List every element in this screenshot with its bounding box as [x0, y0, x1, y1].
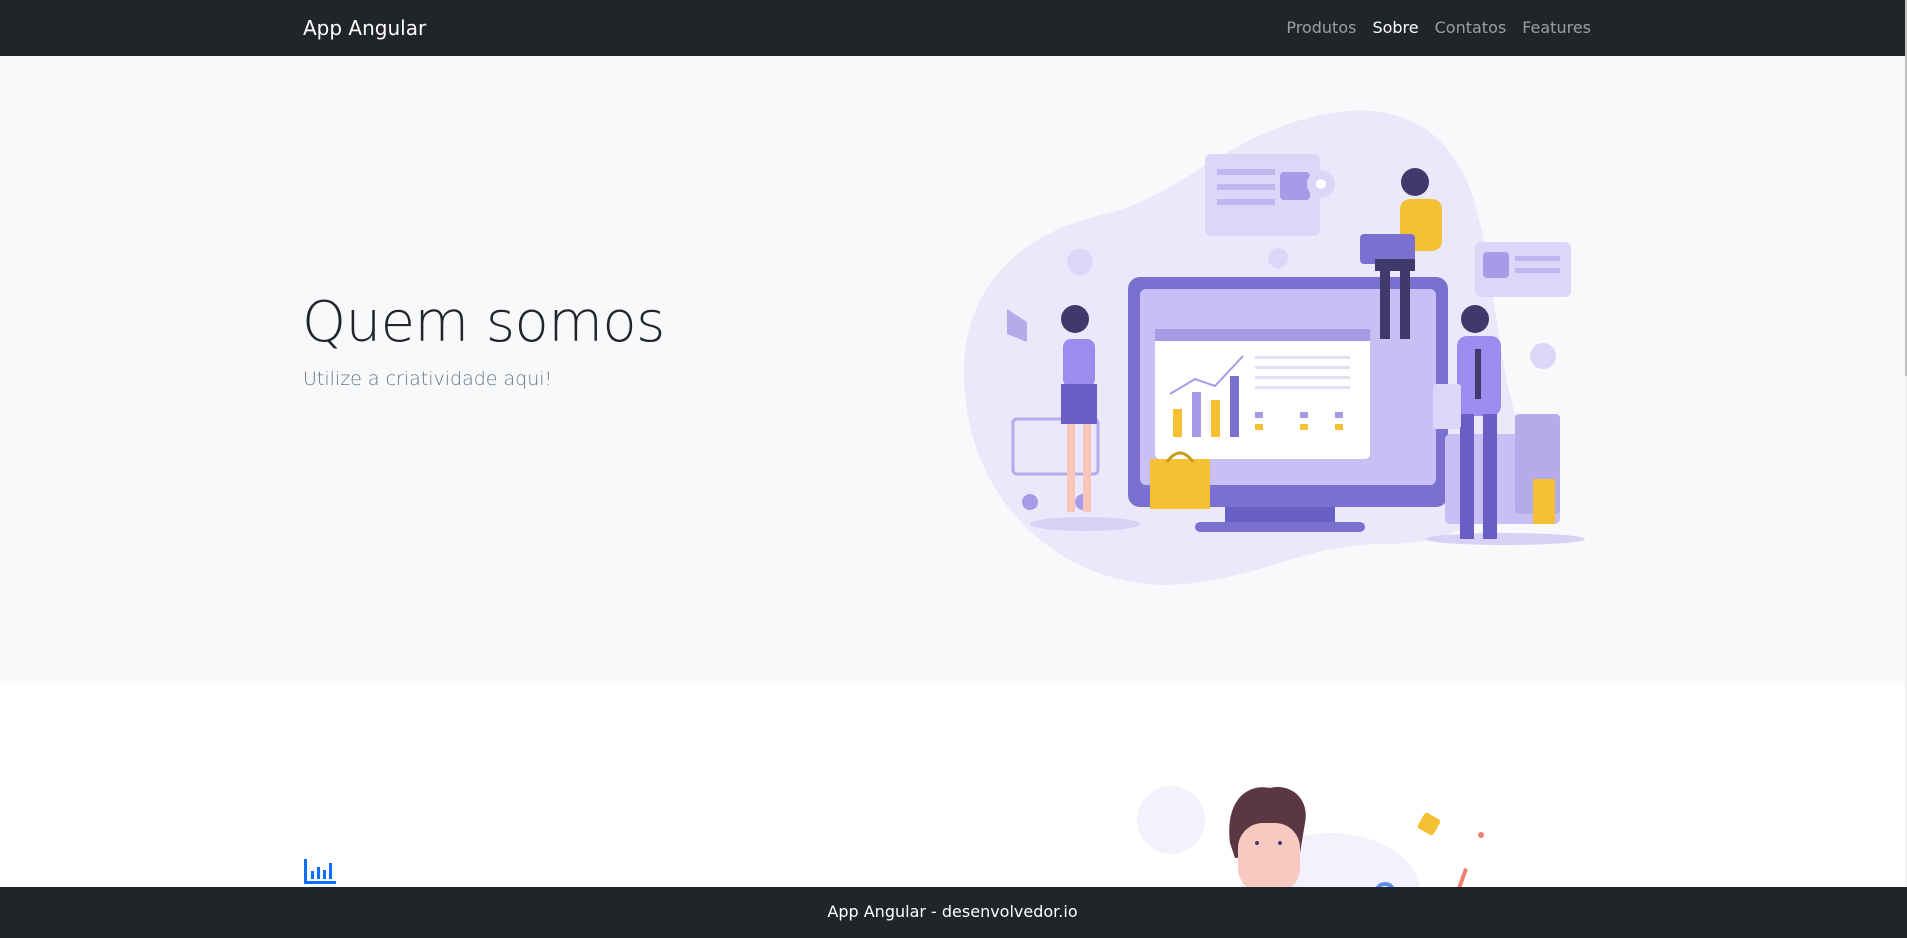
features-section — [0, 683, 1905, 893]
nav-link-produtos[interactable]: Produtos — [1286, 18, 1356, 37]
marketing-team-illustration — [963, 110, 1585, 585]
bar-chart-icon — [304, 859, 336, 884]
nav-link-sobre[interactable]: Sobre — [1372, 18, 1418, 37]
footer: App Angular - desenvolvedor.io — [0, 887, 1907, 938]
footer-text: App Angular - desenvolvedor.io — [827, 902, 1078, 921]
hero-title: Quem somos — [302, 290, 665, 355]
brand-link[interactable]: App Angular — [303, 16, 426, 40]
hero-subtitle: Utilize a criatividade aqui! — [303, 368, 553, 390]
navbar: App Angular Produtos Sobre Contatos Feat… — [0, 0, 1905, 56]
nav-link-contatos[interactable]: Contatos — [1435, 18, 1507, 37]
nav-links: Produtos Sobre Contatos Features — [1286, 18, 1591, 37]
nav-link-features[interactable]: Features — [1522, 18, 1591, 37]
person-illustration — [1137, 786, 1484, 893]
hero-section: Quem somos Utilize a criatividade aqui! — [0, 56, 1905, 683]
